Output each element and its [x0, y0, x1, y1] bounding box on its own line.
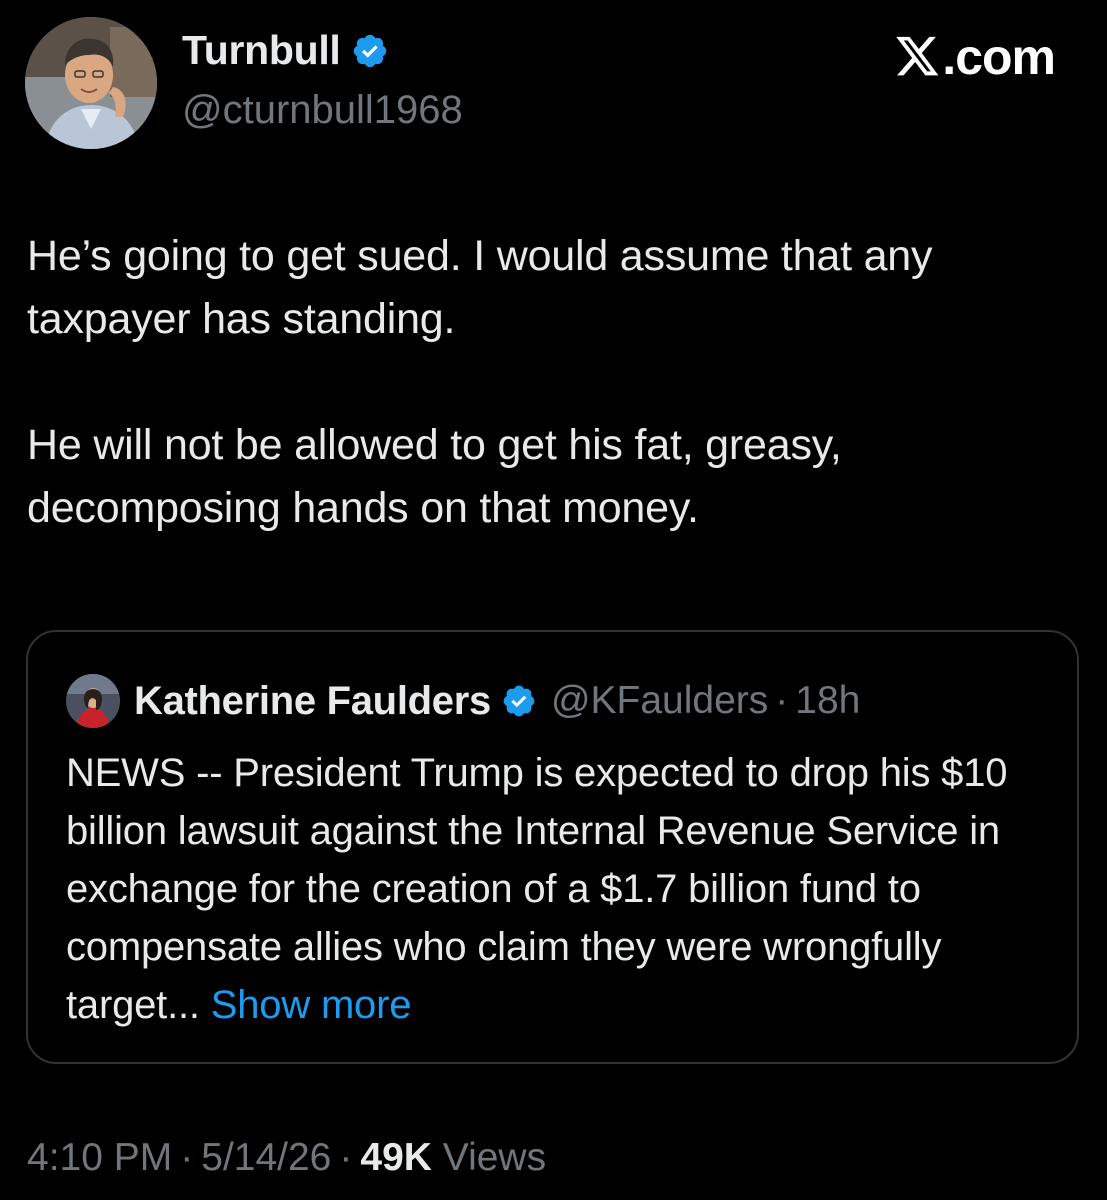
quoted-author-name[interactable]: Katherine Faulders — [134, 679, 491, 724]
separator-dot: · — [339, 1136, 353, 1179]
quoted-tweet-card[interactable]: Katherine Faulders @KFaulders · 18h NEWS… — [26, 630, 1079, 1064]
x-logo-icon — [896, 36, 940, 78]
verified-badge-icon[interactable] — [501, 683, 537, 719]
brand-watermark: .com — [896, 29, 1056, 85]
quoted-author-handle[interactable]: @KFaulders — [551, 679, 768, 723]
separator-dot: · — [180, 1136, 194, 1179]
tweet-paragraph: He’s going to get sued. I would assume t… — [27, 232, 933, 343]
separator-dot: · — [775, 679, 789, 722]
verified-badge-icon[interactable] — [351, 32, 389, 70]
author-name-row: Turnbull — [182, 30, 389, 71]
quoted-tweet-body: NEWS -- President Trump is expected to d… — [66, 751, 1008, 1027]
brand-suffix: .com — [942, 29, 1056, 85]
views-count[interactable]: 49K — [360, 1136, 432, 1179]
quoted-tweet-header: Katherine Faulders @KFaulders · 18h — [66, 674, 860, 728]
quoted-tweet-time[interactable]: 18h — [795, 679, 860, 723]
tweet-paragraph: He will not be allowed to get his fat, g… — [27, 421, 842, 532]
author-handle[interactable]: @cturnbull1968 — [182, 90, 463, 130]
author-display-name[interactable]: Turnbull — [182, 30, 341, 71]
quoted-tweet-text: NEWS -- President Trump is expected to d… — [66, 744, 1056, 1034]
avatar-photo — [66, 674, 120, 728]
author-avatar[interactable] — [25, 17, 157, 149]
quoted-author-avatar[interactable] — [66, 674, 120, 728]
avatar-illustration — [25, 17, 157, 149]
views-label: Views — [442, 1136, 547, 1179]
tweet-meta: 4:10 PM · 5/14/26 · 49K Views — [27, 1138, 546, 1177]
truncation-ellipsis: ... — [167, 983, 200, 1027]
tweet: Turnbull @cturnbull1968 .com He’s going … — [0, 0, 1107, 1200]
show-more-link[interactable]: Show more — [211, 983, 412, 1027]
tweet-text: He’s going to get sued. I would assume t… — [27, 225, 1077, 540]
tweet-date[interactable]: 5/14/26 — [201, 1136, 331, 1179]
tweet-time[interactable]: 4:10 PM — [27, 1136, 172, 1179]
